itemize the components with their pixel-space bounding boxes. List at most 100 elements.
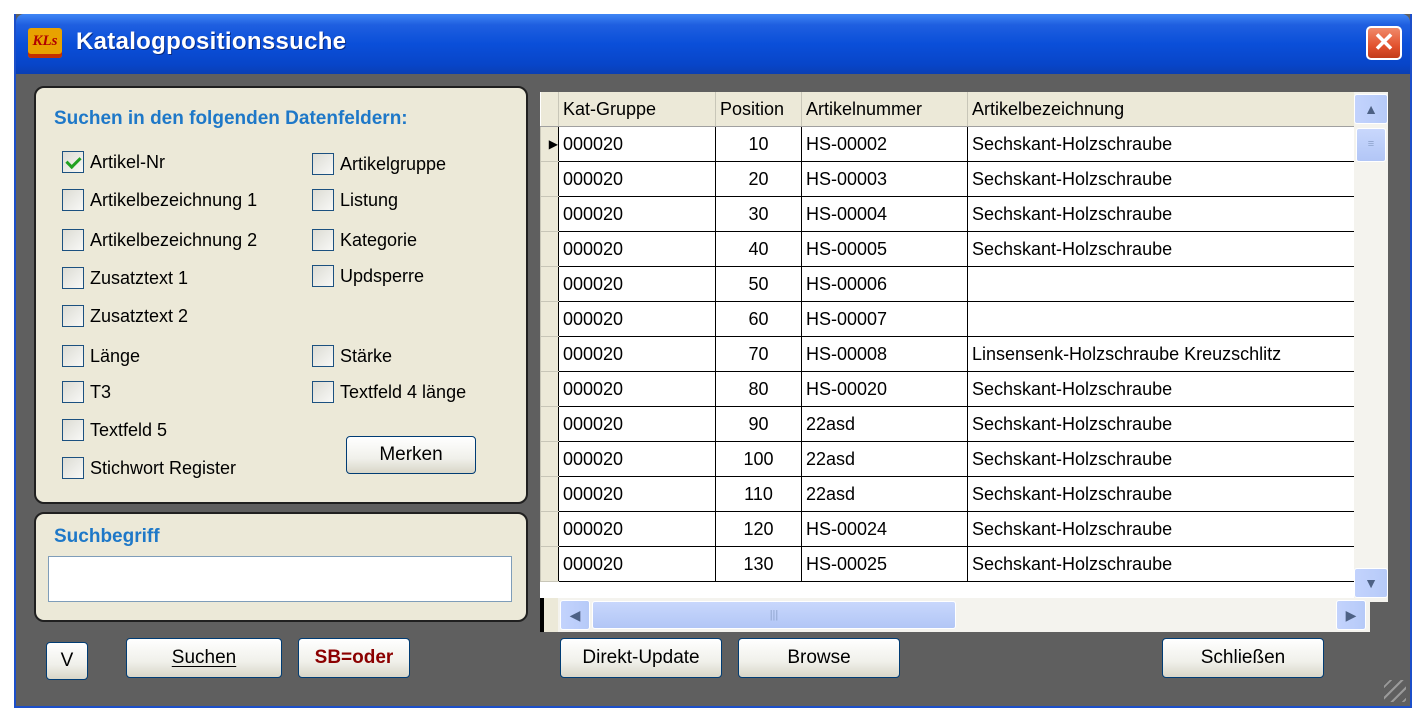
cell-position[interactable]: 80 bbox=[715, 371, 802, 407]
cell-kat-gruppe[interactable]: 000020 bbox=[558, 266, 716, 302]
v-button[interactable]: V bbox=[46, 642, 88, 680]
table-row[interactable]: 000020 110 22asd Sechskant-Holzschraube bbox=[540, 476, 1355, 512]
checkbox-box[interactable] bbox=[62, 381, 84, 403]
checkbox-artikel-nr[interactable]: Artikel-Nr bbox=[62, 148, 165, 176]
table-row[interactable]: 000020 40 HS-00005 Sechskant-Holzschraube bbox=[540, 231, 1355, 267]
vertical-scrollbar[interactable]: ▲ ≡ ▼ bbox=[1354, 92, 1388, 602]
checkbox-box[interactable] bbox=[62, 267, 84, 289]
cell-position[interactable]: 40 bbox=[715, 231, 802, 267]
checkbox-box[interactable] bbox=[312, 381, 334, 403]
checkbox-box[interactable] bbox=[312, 265, 334, 287]
cell-position[interactable]: 90 bbox=[715, 406, 802, 442]
cell-artikelbezeichnung[interactable]: Sechskant-Holzschraube bbox=[967, 126, 1355, 162]
vertical-scroll-thumb[interactable]: ≡ bbox=[1356, 128, 1386, 162]
cell-position[interactable]: 30 bbox=[715, 196, 802, 232]
checkbox-box[interactable] bbox=[62, 305, 84, 327]
table-row[interactable]: ▶ 000020 10 HS-00002 Sechskant-Holzschraube bbox=[540, 126, 1355, 162]
cell-position[interactable]: 130 bbox=[715, 546, 802, 582]
column-header-artikelbezeichnung[interactable]: Artikelbezeichnung bbox=[967, 92, 1355, 127]
cell-artikelnummer[interactable]: HS-00008 bbox=[801, 336, 968, 372]
cell-artikelnummer[interactable]: 22asd bbox=[801, 441, 968, 477]
cell-kat-gruppe[interactable]: 000020 bbox=[558, 371, 716, 407]
cell-position[interactable]: 60 bbox=[715, 301, 802, 337]
cell-artikelnummer[interactable]: HS-00025 bbox=[801, 546, 968, 582]
chevron-left-icon[interactable]: ◀ bbox=[560, 600, 590, 630]
cell-artikelbezeichnung[interactable]: Sechskant-Holzschraube bbox=[967, 546, 1355, 582]
table-row[interactable]: 000020 130 HS-00025 Sechskant-Holzschraube bbox=[540, 546, 1355, 582]
checkbox-listung[interactable]: Listung bbox=[312, 186, 398, 214]
cell-artikelnummer[interactable]: HS-00005 bbox=[801, 231, 968, 267]
cell-artikelbezeichnung[interactable] bbox=[967, 266, 1355, 302]
checkbox-stichwort-register[interactable]: Stichwort Register bbox=[62, 454, 236, 482]
checkbox-box[interactable] bbox=[62, 457, 84, 479]
cell-artikelnummer[interactable]: 22asd bbox=[801, 406, 968, 442]
resize-grip-icon[interactable] bbox=[1384, 680, 1406, 702]
cell-artikelbezeichnung[interactable]: Sechskant-Holzschraube bbox=[967, 371, 1355, 407]
cell-kat-gruppe[interactable]: 000020 bbox=[558, 126, 716, 162]
cell-artikelnummer[interactable]: HS-00007 bbox=[801, 301, 968, 337]
checkbox-box[interactable] bbox=[62, 151, 84, 173]
cell-kat-gruppe[interactable]: 000020 bbox=[558, 441, 716, 477]
checkbox-staerke[interactable]: Stärke bbox=[312, 342, 392, 370]
column-header-kat-gruppe[interactable]: Kat-Gruppe bbox=[558, 92, 716, 127]
checkbox-box[interactable] bbox=[312, 153, 334, 175]
column-header-artikelnummer[interactable]: Artikelnummer bbox=[801, 92, 968, 127]
table-row[interactable]: 000020 30 HS-00004 Sechskant-Holzschraube bbox=[540, 196, 1355, 232]
cell-position[interactable]: 100 bbox=[715, 441, 802, 477]
table-row[interactable]: 000020 80 HS-00020 Sechskant-Holzschraube bbox=[540, 371, 1355, 407]
cell-kat-gruppe[interactable]: 000020 bbox=[558, 511, 716, 547]
cell-position[interactable]: 120 bbox=[715, 511, 802, 547]
horizontal-scroll-thumb[interactable]: ||| bbox=[592, 601, 956, 629]
cell-artikelnummer[interactable]: HS-00024 bbox=[801, 511, 968, 547]
cell-artikelnummer[interactable]: 22asd bbox=[801, 476, 968, 512]
table-row[interactable]: 000020 60 HS-00007 bbox=[540, 301, 1355, 337]
checkbox-textfeld-4-laenge[interactable]: Textfeld 4 länge bbox=[312, 378, 466, 406]
checkbox-laenge[interactable]: Länge bbox=[62, 342, 140, 370]
cell-kat-gruppe[interactable]: 000020 bbox=[558, 231, 716, 267]
checkbox-zusatztext-1[interactable]: Zusatztext 1 bbox=[62, 264, 188, 292]
table-row[interactable]: 000020 70 HS-00008 Linsensenk-Holzschraube … bbox=[540, 336, 1355, 372]
cell-kat-gruppe[interactable]: 000020 bbox=[558, 301, 716, 337]
cell-artikelnummer[interactable]: HS-00003 bbox=[801, 161, 968, 197]
schliessen-button[interactable]: Schließen bbox=[1162, 638, 1324, 678]
checkbox-updsperre[interactable]: Updsperre bbox=[312, 262, 424, 290]
cell-artikelnummer[interactable]: HS-00006 bbox=[801, 266, 968, 302]
browse-button[interactable]: Browse bbox=[738, 638, 900, 678]
table-row[interactable]: 000020 50 HS-00006 bbox=[540, 266, 1355, 302]
search-term-input[interactable] bbox=[48, 556, 512, 602]
table-row[interactable]: 000020 20 HS-00003 Sechskant-Holzschraube bbox=[540, 161, 1355, 197]
checkbox-box[interactable] bbox=[62, 419, 84, 441]
cell-kat-gruppe[interactable]: 000020 bbox=[558, 196, 716, 232]
sb-oder-button[interactable]: SB=oder bbox=[298, 638, 410, 678]
cell-position[interactable]: 10 bbox=[715, 126, 802, 162]
cell-kat-gruppe[interactable]: 000020 bbox=[558, 476, 716, 512]
checkbox-kategorie[interactable]: Kategorie bbox=[312, 226, 417, 254]
cell-artikelbezeichnung[interactable]: Sechskant-Holzschraube bbox=[967, 196, 1355, 232]
table-row[interactable]: 000020 90 22asd Sechskant-Holzschraube bbox=[540, 406, 1355, 442]
cell-artikelnummer[interactable]: HS-00002 bbox=[801, 126, 968, 162]
suchen-button[interactable]: Suchen bbox=[126, 638, 282, 678]
chevron-up-icon[interactable]: ▲ bbox=[1354, 94, 1388, 124]
checkbox-zusatztext-2[interactable]: Zusatztext 2 bbox=[62, 302, 188, 330]
cell-artikelbezeichnung[interactable] bbox=[967, 301, 1355, 337]
cell-kat-gruppe[interactable]: 000020 bbox=[558, 406, 716, 442]
cell-artikelbezeichnung[interactable]: Sechskant-Holzschraube bbox=[967, 511, 1355, 547]
checkbox-artikelbezeichnung-1[interactable]: Artikelbezeichnung 1 bbox=[62, 186, 257, 214]
cell-kat-gruppe[interactable]: 000020 bbox=[558, 161, 716, 197]
title-bar[interactable]: KLs Katalogpositionssuche ✕ bbox=[16, 14, 1410, 74]
checkbox-artikelgruppe[interactable]: Artikelgruppe bbox=[312, 150, 446, 178]
cell-artikelbezeichnung[interactable]: Sechskant-Holzschraube bbox=[967, 476, 1355, 512]
cell-artikelnummer[interactable]: HS-00020 bbox=[801, 371, 968, 407]
horizontal-scrollbar[interactable]: ◀ ||| ▶ bbox=[558, 598, 1370, 632]
table-row[interactable]: 000020 120 HS-00024 Sechskant-Holzschraube bbox=[540, 511, 1355, 547]
checkbox-artikelbezeichnung-2[interactable]: Artikelbezeichnung 2 bbox=[62, 226, 257, 254]
cell-position[interactable]: 110 bbox=[715, 476, 802, 512]
cell-position[interactable]: 20 bbox=[715, 161, 802, 197]
checkbox-box[interactable] bbox=[312, 189, 334, 211]
checkbox-box[interactable] bbox=[62, 345, 84, 367]
column-header-position[interactable]: Position bbox=[715, 92, 802, 127]
cell-position[interactable]: 70 bbox=[715, 336, 802, 372]
direkt-update-button[interactable]: Direkt-Update bbox=[560, 638, 722, 678]
cell-artikelbezeichnung[interactable]: Sechskant-Holzschraube bbox=[967, 406, 1355, 442]
checkbox-box[interactable] bbox=[62, 229, 84, 251]
